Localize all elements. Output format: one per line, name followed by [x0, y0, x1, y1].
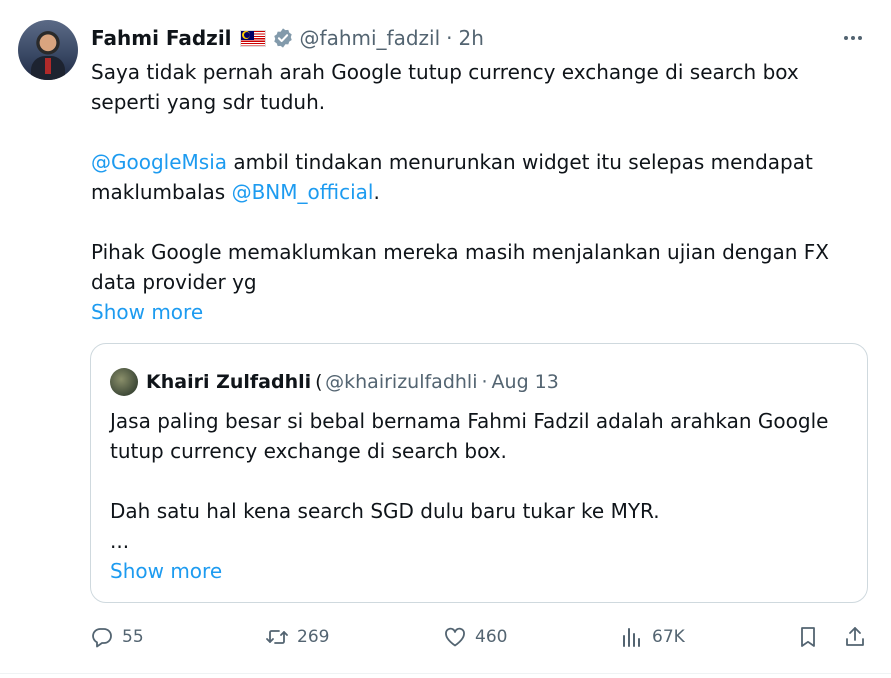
malaysia-flag-icon	[239, 29, 266, 47]
repost-icon	[266, 630, 288, 644]
quoted-date: Aug 13	[491, 371, 559, 393]
quoted-post[interactable]: Khairi Zulfadhli ( @khairizulfadhli · Au…	[90, 343, 868, 603]
truncated-badge-fragment: (	[315, 371, 321, 393]
quoted-paragraph-2: Dah satu hal kena search SGD dulu baru t…	[110, 499, 660, 523]
share-icon[interactable]	[843, 625, 867, 649]
repost-button[interactable]: 269	[265, 622, 329, 652]
show-more-link[interactable]: Show more	[91, 300, 203, 324]
post-paragraph-2-end: .	[373, 180, 380, 204]
post-paragraph-1: Saya tidak pernah arah Google tutup curr…	[91, 60, 799, 114]
heart-icon	[445, 627, 465, 647]
bookmark-icon[interactable]	[796, 625, 820, 649]
reply-icon	[92, 628, 112, 648]
quoted-paragraph-1: Jasa paling besar si bebal bernama Fahmi…	[110, 409, 829, 463]
verified-badge-icon[interactable]	[272, 27, 294, 49]
more-options-icon[interactable]	[841, 28, 865, 48]
header-separator: ·	[446, 26, 453, 50]
quoted-post-body: Jasa paling besar si bebal bernama Fahmi…	[110, 406, 850, 586]
post-header: Fahmi Fadzil @fahmi_fadzil · 2h	[91, 22, 484, 54]
post-body: Saya tidak pernah arah Google tutup curr…	[91, 57, 851, 327]
quoted-separator: ·	[481, 371, 488, 393]
views-button[interactable]: 67K	[620, 622, 685, 652]
mention-link[interactable]: @BNM_official	[232, 180, 374, 204]
views-count: 67K	[652, 627, 685, 647]
action-bar: 55 269 460 67K	[90, 622, 868, 652]
reply-button[interactable]: 55	[90, 622, 144, 652]
previous-post-fragment	[0, 0, 891, 8]
like-count: 460	[475, 627, 508, 647]
post-time[interactable]: 2h	[459, 26, 484, 50]
views-chart-icon	[623, 628, 640, 647]
quoted-post-header: Khairi Zulfadhli ( @khairizulfadhli · Au…	[110, 368, 559, 396]
post-paragraph-2: @GoogleMsia ambil tindakan menurunkan wi…	[91, 147, 851, 207]
quoted-author-handle: @khairizulfadhli	[325, 371, 478, 393]
post-paragraph-3: Pihak Google memaklumkan mereka masih me…	[91, 240, 829, 294]
author-handle[interactable]: @fahmi_fadzil	[300, 26, 441, 50]
author-avatar[interactable]	[18, 20, 78, 80]
quoted-author-name: Khairi Zulfadhli	[146, 371, 312, 393]
repost-count: 269	[297, 627, 330, 647]
like-button[interactable]: 460	[443, 622, 507, 652]
divider	[0, 673, 891, 674]
reply-count: 55	[122, 627, 144, 647]
quoted-ellipsis: ...	[110, 529, 130, 553]
mention-link[interactable]: @GoogleMsia	[91, 150, 227, 174]
author-name[interactable]: Fahmi Fadzil	[91, 26, 232, 50]
quoted-show-more-link[interactable]: Show more	[110, 559, 222, 583]
quoted-author-avatar	[110, 368, 138, 396]
